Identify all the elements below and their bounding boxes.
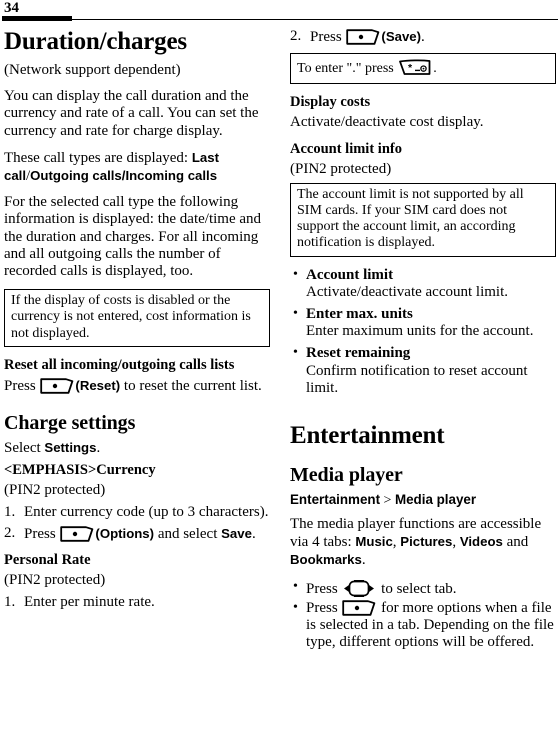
bullet-marker: • [293,345,298,361]
tab-end-period: . [361,552,366,569]
step-press-prefix: Press [24,525,60,542]
bullet-marker: • [293,578,298,594]
note-box-account-limit: The account limit is not supported by al… [290,182,556,257]
softkey-label-options: Options [99,525,150,541]
list-item: • Press to select tab. [290,579,556,598]
option-title-reset-remaining: Reset remaining [306,345,411,362]
call-types-paragraph: These call types are displayed: Last cal… [4,149,270,185]
softkey-label-save: Save [385,29,417,44]
network-support-note: (Network support dependent) [4,62,181,78]
tab-label-videos: Videos [459,534,503,550]
call-types-prefix: These call types are displayed: [4,149,192,166]
select-suffix: . [96,440,101,457]
section-title-media-player: Media player [290,464,403,487]
page-number: 34 [4,0,19,16]
menu-term-settings: Settings [44,440,97,456]
personal-rate-steps-list: 1. Enter per minute rate. [4,594,270,611]
step-press-prefix: Press [310,29,346,45]
step-number: 1. [4,594,16,611]
step-text: Enter currency code (up to 3 characters)… [24,504,269,521]
selected-call-type-paragraph: For the selected call type the following… [4,194,262,280]
display-costs-text: Activate/deactivate cost display. [290,114,484,131]
tab-label-bookmarks: Bookmarks [290,552,362,568]
options-press-prefix: Press [306,599,342,616]
reset-suffix: to reset the current list. [120,377,262,394]
list-item: 2. Press (Save). [290,28,556,46]
list-item: 1. Enter per minute rate. [4,594,270,611]
nav-key-icon [343,579,375,598]
nav-press-prefix: Press [306,580,342,597]
pin2-note-account-limit: (PIN2 protected) [290,160,392,177]
bullet-marker: • [293,266,298,282]
header-rule-thick [2,16,72,21]
step-mid-text: and select [154,525,222,542]
nav-press-suffix: to select tab. [377,580,457,597]
media-player-actions-list: • Press to select tab. • Press for more op… [290,579,556,652]
step-suffix: . [421,29,425,45]
pin2-note-currency: (PIN2 protected) [4,482,106,499]
header-rule-thin [2,19,558,21]
page-header: 34 [0,0,560,22]
media-player-intro: The media player functions are accessibl… [290,516,556,570]
option-title-enter-max-units: Enter max. units [306,306,413,323]
list-item: 1. Enter currency code (up to 3 character… [4,504,270,521]
heading-account-limit-info: Account limit info [290,140,402,157]
reset-instruction: Press (Reset) to reset the current list. [4,377,270,395]
option-title-account-limit: Account limit [306,266,394,283]
select-settings-line: Select Settings. [4,439,270,457]
list-item: • Account limit Activate/deactivate accoun… [290,267,556,301]
bullet-marker: • [293,306,298,322]
list-item: 2. Press (Options) and select Save. [4,525,270,543]
duration-intro-paragraph: You can display the call duration and th… [4,88,259,139]
step-number: 2. [290,28,302,44]
tab-label-music: Music [355,534,393,550]
breadcrumb-parent: Entertainment [290,492,381,508]
softkey-label-reset: Reset [79,377,116,393]
step-number: 2. [4,524,16,541]
note-box-enter-dot: To enter "." press *. [290,53,556,85]
menu-term-save: Save [221,525,252,541]
breadcrumb-separator: > [380,493,395,509]
heading-personal-rate: Personal Rate [4,551,91,568]
heading-reset-call-lists: Reset all incoming/outgoing calls lists [4,356,235,373]
soft-key-icon [346,29,380,45]
left-column: Duration/charges (Network support depend… [4,28,270,620]
call-type-outgoing-calls: Outgoing calls [30,168,122,184]
chapter-title-duration-charges: Duration/charges [4,28,187,55]
pin2-note-personal-rate: (PIN2 protected) [4,571,106,588]
step-text: Enter per minute rate. [24,594,155,611]
soft-key-icon [40,378,74,394]
list-item: • Reset remaining Confirm notification to … [290,345,556,397]
soft-key-icon [342,600,376,616]
select-prefix: Select [4,440,45,457]
heading-display-costs: Display costs [290,94,371,111]
soft-key-icon [60,525,94,542]
option-desc-account-limit: Activate/deactivate account limit. [306,283,508,300]
note-dot-suffix: . [433,61,437,77]
breadcrumb: Entertainment > Media player [290,491,556,509]
section-title-charge-settings: Charge settings [4,412,136,435]
tab-sep-3: and [502,534,529,551]
note-dot-prefix: To enter "." press [297,61,398,77]
star-key-icon: * [398,59,432,76]
call-type-incoming-calls: Incoming calls [125,168,218,184]
heading-currency: <EMPHASIS>Currency [4,462,156,479]
chapter-title-entertainment: Entertainment [290,422,445,450]
list-item: • Press for more options when a file is s… [290,600,556,652]
note-box-cost-display: If the display of costs is disabled or t… [4,289,270,347]
step-number: 1. [4,504,16,521]
option-desc-reset-remaining: Confirm notification to reset account li… [306,362,528,396]
tab-label-pictures: Pictures [400,534,453,550]
list-item: • Enter max. units Enter maximum units for… [290,306,556,340]
reset-press-prefix: Press [4,377,40,394]
save-step-list: 2. Press (Save). [290,28,556,46]
right-column: 2. Press (Save). To enter "." press *. Di… [290,28,556,660]
tab-sep-2: , [452,534,460,551]
option-desc-enter-max-units: Enter maximum units for the account. [306,323,534,340]
bullet-marker: • [293,599,298,615]
account-limit-options-list: • Account limit Activate/deactivate accoun… [290,267,556,397]
currency-steps-list: 1. Enter currency code (up to 3 character… [4,504,270,542]
step-suffix: . [251,525,256,542]
breadcrumb-child: Media player [394,492,477,508]
